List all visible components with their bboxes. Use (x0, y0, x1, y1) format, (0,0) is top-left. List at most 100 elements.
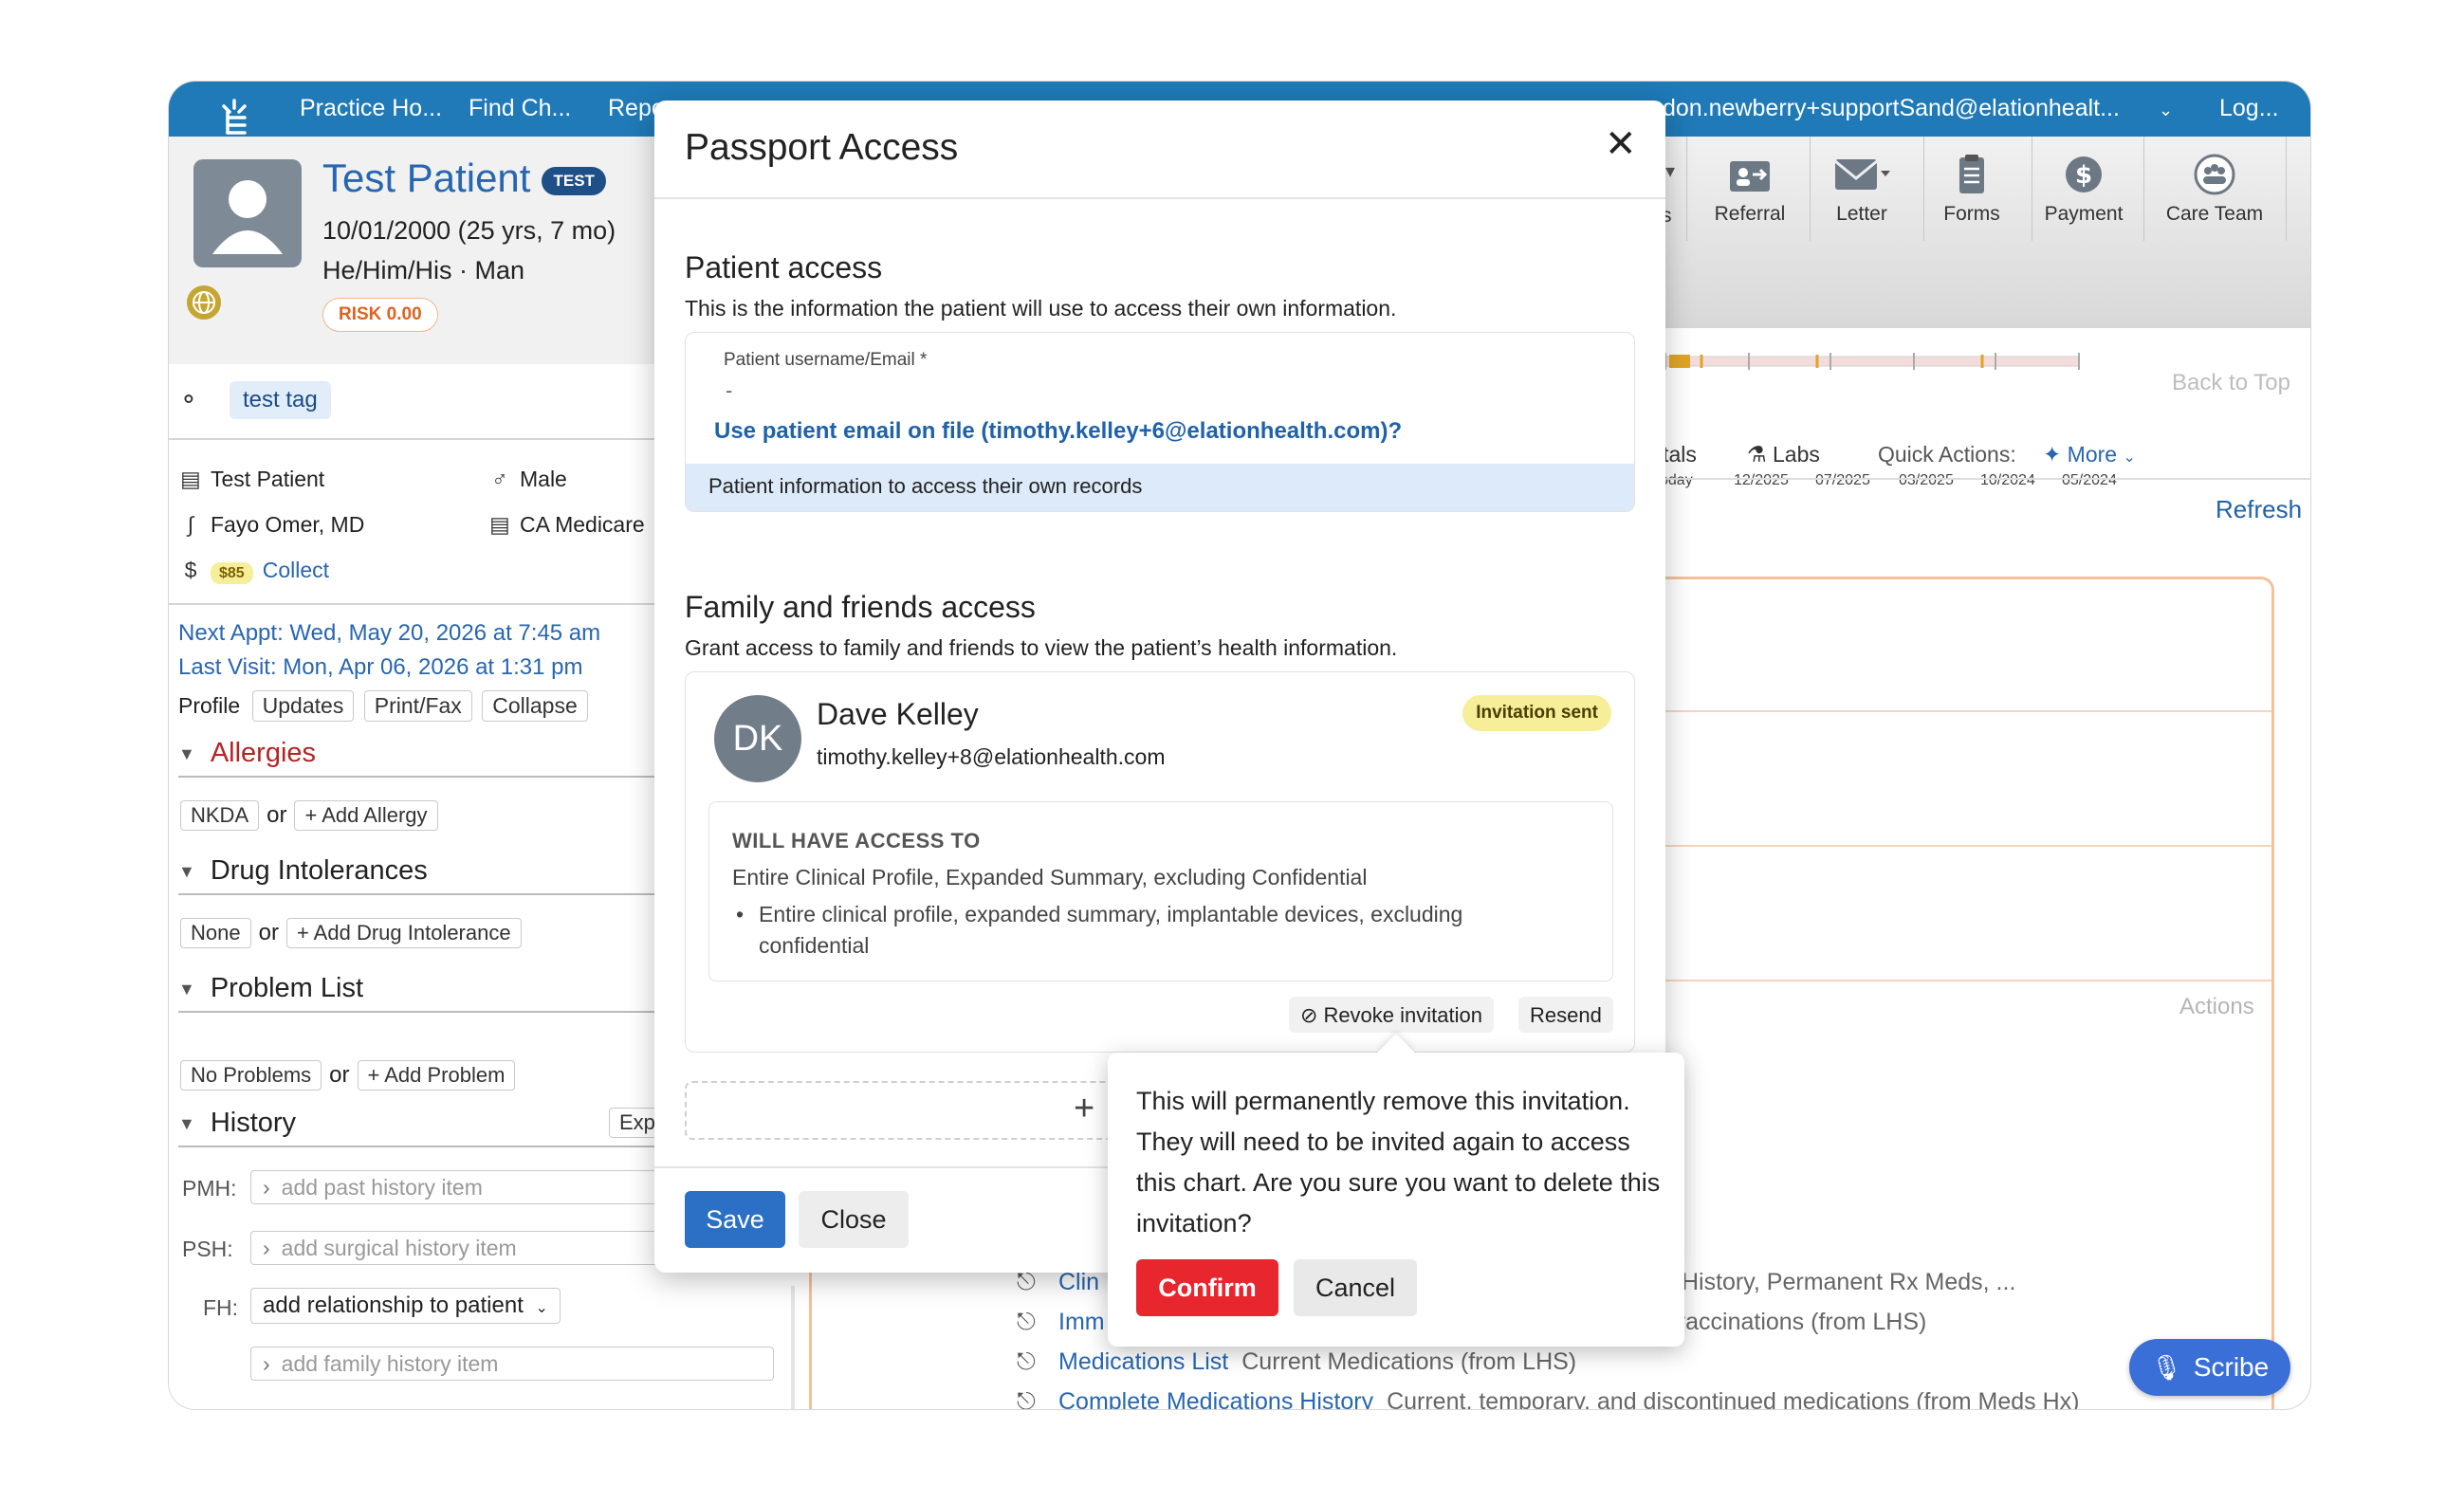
allergies-section-title[interactable]: ▼ Allergies (178, 738, 316, 769)
nav-practice-home[interactable]: Practice Ho... (300, 95, 442, 122)
patient-avatar[interactable] (193, 159, 302, 267)
drug-intolerances-section-title[interactable]: ▼ Drug Intolerances (178, 855, 428, 887)
patient-access-card: Patient username/Email * - Use patient e… (685, 332, 1635, 512)
list-item[interactable]: ⎋ Complete Medications History Current, te… (1017, 1388, 2079, 1409)
patient-provider[interactable]: ∫ Fayo Omer, MD (178, 512, 364, 538)
psh-input[interactable]: › add surgical history item (250, 1231, 668, 1265)
letter-button[interactable]: Letter (1810, 154, 1914, 226)
add-allergy-button[interactable]: + Add Allergy (294, 800, 438, 831)
pmh-placeholder: add past history item (281, 1175, 483, 1200)
add-drug-intolerance-button[interactable]: + Add Drug Intolerance (285, 918, 522, 948)
patient-insurance[interactable]: ▤ CA Medicare (487, 512, 645, 538)
payment-label: Payment (2044, 203, 2124, 225)
list-item-link[interactable]: Clin (1058, 1269, 1099, 1295)
print-fax-button[interactable]: Print/Fax (363, 690, 472, 722)
access-bullet: • Entire clinical profile, expanded summa… (736, 902, 1463, 958)
plus-icon: + (1074, 1089, 1095, 1128)
patient-name[interactable]: Test Patient TEST (322, 156, 606, 201)
clipboard-icon (1959, 155, 1984, 193)
problem-list-section-title[interactable]: ▼ Problem List (178, 973, 363, 1004)
confirm-button[interactable]: Confirm (1136, 1259, 1278, 1316)
access-details: WILL HAVE ACCESS TO Entire Clinical Prof… (708, 801, 1613, 981)
nav-find-chart[interactable]: Find Ch... (469, 95, 571, 122)
back-to-top-link[interactable]: Back to Top (2172, 370, 2290, 396)
history-title-text: History (210, 1108, 297, 1138)
list-item-link[interactable]: Imm (1058, 1309, 1105, 1335)
close-button[interactable]: Close (799, 1191, 909, 1248)
list-item-desc: Current Medications (from LHS) (1241, 1348, 1577, 1375)
add-problem-button[interactable]: + Add Problem (357, 1060, 516, 1091)
save-button[interactable]: Save (685, 1191, 785, 1248)
profile-link[interactable]: Profile (178, 693, 240, 718)
tag-chip[interactable]: test tag (230, 381, 331, 419)
scribe-label: Scribe (2193, 1352, 2270, 1382)
fh-placeholder: add family history item (281, 1351, 499, 1376)
app-frame: Practice Ho... Find Ch... Repo don.newbe… (169, 82, 2310, 1409)
last-visit[interactable]: Last Visit: Mon, Apr 06, 2026 at 1:31 pm (178, 654, 582, 681)
paperclip-icon: ⎋ (1017, 1269, 1036, 1295)
pmh-input[interactable]: › add past history item (250, 1170, 668, 1204)
caret-down-icon: ▼ (178, 861, 195, 881)
no-problems-button[interactable]: No Problems (180, 1060, 322, 1091)
patient-header: Test Patient TEST 10/01/2000 (25 yrs, 7 m… (169, 137, 662, 364)
caret-down-icon: ▼ (178, 743, 195, 763)
collapse-button[interactable]: Collapse (482, 690, 588, 722)
patient-balance: $ $85 Collect (178, 558, 329, 584)
scribe-button[interactable]: 🎙 Scribe (2129, 1339, 2290, 1396)
chevron-down-icon: ⌄ (2123, 449, 2136, 466)
referral-button[interactable]: Referral (1698, 154, 1802, 226)
sparkle-icon: ✦ (2043, 442, 2062, 467)
forms-label: Forms (1943, 203, 2000, 225)
fh-relationship-select[interactable]: add relationship to patient ⌄ (250, 1288, 561, 1324)
popover-message: This will permanently remove this invita… (1136, 1087, 1661, 1238)
paperclip-icon: ⎋ (1017, 1309, 1036, 1335)
stethoscope-icon: ∫ (187, 512, 194, 537)
nav-user-email[interactable]: don.newberry+supportSand@elationhealt... (1663, 95, 2120, 122)
resend-button[interactable]: Resend (1518, 997, 1613, 1033)
timeline-bar[interactable] (1665, 345, 2083, 383)
globe-icon[interactable] (184, 283, 224, 322)
refresh-link[interactable]: Refresh (2216, 495, 2302, 524)
list-item-link[interactable]: Medications List (1058, 1348, 1228, 1375)
paperclip-icon: ⎋ (1017, 1348, 1036, 1375)
list-item-desc: , History, Permanent Rx Meds, ... (1668, 1269, 2016, 1295)
id-card-icon: ▤ (180, 467, 201, 491)
nav-logout[interactable]: Log... (2219, 95, 2279, 122)
risk-badge[interactable]: RISK 0.00 (322, 298, 438, 332)
block-icon: ⊘ (1300, 1003, 1318, 1027)
or-label: or (329, 1062, 350, 1088)
list-item-link[interactable]: Complete Medications History (1058, 1388, 1373, 1409)
cancel-button[interactable]: Cancel (1294, 1259, 1417, 1316)
next-appointment[interactable]: Next Appt: Wed, May 20, 2026 at 7:45 am (178, 620, 600, 647)
invitation-status-badge: Invitation sent (1462, 695, 1611, 731)
history-section-title[interactable]: ▼ History (178, 1108, 296, 1139)
provider-text: Fayo Omer, MD (211, 512, 365, 537)
family-access-desc: Grant access to family and friends to vi… (685, 635, 1398, 660)
tab-labs[interactable]: ⚗ Labs (1747, 442, 1820, 468)
patient-pronouns: He/Him/His · Man (322, 256, 525, 284)
caret-down-icon: ▼ (178, 979, 195, 999)
payment-button[interactable]: $ Payment (2032, 154, 2136, 226)
updates-button[interactable]: Updates (251, 690, 355, 722)
problem-list-row: No Problems or + Add Problem (180, 1060, 516, 1091)
care-team-button[interactable]: Care Team (2153, 154, 2276, 226)
nkda-button[interactable]: NKDA (180, 800, 260, 831)
chevron-down-icon[interactable]: ⌄ (2159, 101, 2173, 120)
close-icon[interactable]: ✕ (1605, 125, 1637, 163)
forms-button[interactable]: Forms (1920, 154, 2024, 226)
use-patient-email-link[interactable]: Use patient email on file (timothy.kelle… (714, 418, 1402, 445)
timeline-label: 05/2024 (2062, 472, 2117, 488)
list-item-desc: Current, temporary, and discontinued med… (1387, 1388, 2080, 1409)
username-field[interactable]: - (726, 378, 732, 403)
patient-display-name: ▤ Test Patient (178, 467, 324, 492)
collect-link[interactable]: Collect (263, 558, 329, 582)
none-button[interactable]: None (180, 918, 251, 948)
family-member-card: DK Dave Kelley timothy.kelley+8@elationh… (685, 671, 1635, 1053)
tab-labs-label: Labs (1773, 442, 1820, 467)
list-item[interactable]: ⎋ Medications List Current Medications (fr… (1017, 1348, 1576, 1376)
fh-input[interactable]: › add family history item (250, 1347, 774, 1381)
more-quick-actions-button[interactable]: ✦ More ⌄ (2043, 442, 2136, 468)
revoke-invitation-button[interactable]: ⊘ Revoke invitation (1289, 997, 1494, 1033)
fh-select-value: add relationship to patient (263, 1292, 524, 1318)
actions-label: Actions (2179, 994, 2254, 1019)
